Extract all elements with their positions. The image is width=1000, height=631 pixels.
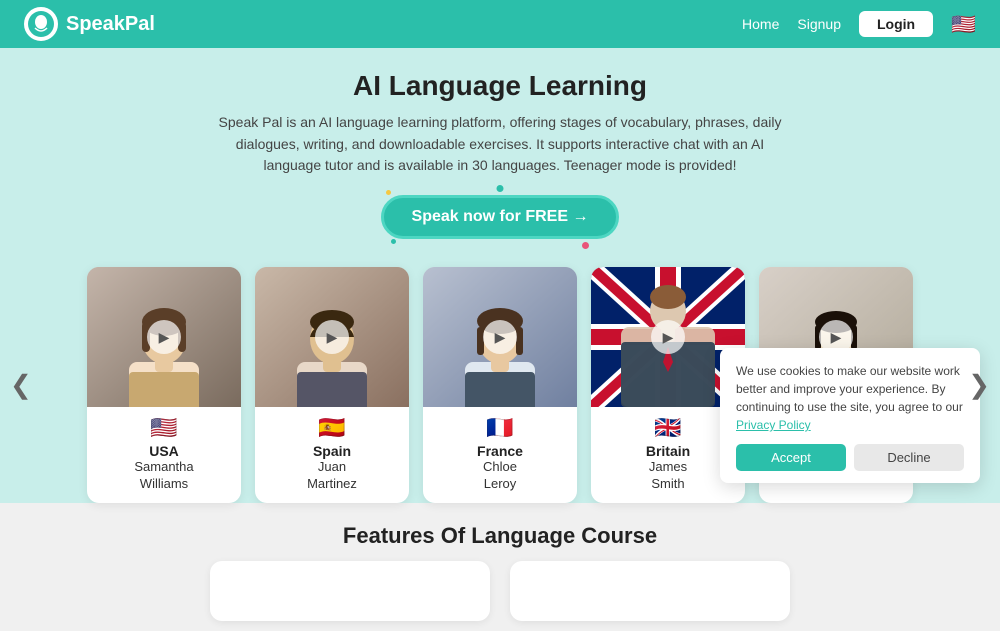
- card-info-spain: 🇪🇸 Spain JuanMartinez: [255, 407, 409, 503]
- deco-dot-4: [391, 239, 396, 244]
- flag-britain: 🇬🇧: [601, 415, 735, 441]
- cta-wrapper: Speak now for FREE →: [381, 195, 620, 239]
- carousel-left-arrow[interactable]: ❮: [0, 359, 42, 410]
- person-card-france[interactable]: ▶ 🇫🇷 France ChloeLeroy: [423, 267, 577, 503]
- hero-title: AI Language Learning: [20, 70, 980, 102]
- deco-dot-2: [582, 242, 589, 249]
- feature-card-1: [210, 561, 490, 621]
- person-card-spain[interactable]: ▶ 🇪🇸 Spain JuanMartinez: [255, 267, 409, 503]
- card-info-usa: 🇺🇸 USA SamanthaWilliams: [87, 407, 241, 503]
- brand-name: SpeakPal: [66, 13, 155, 36]
- flag-france: 🇫🇷: [433, 415, 567, 441]
- navbar-links: Home Signup Login 🇺🇸: [742, 11, 976, 37]
- feature-card-2: [510, 561, 790, 621]
- cta-button[interactable]: Speak now for FREE →: [381, 195, 620, 239]
- accept-button[interactable]: Accept: [736, 444, 846, 471]
- cookie-message: We use cookies to make our website work …: [736, 362, 964, 434]
- name-france: ChloeLeroy: [433, 459, 567, 493]
- login-button[interactable]: Login: [859, 11, 933, 37]
- name-britain: JamesSmith: [601, 459, 735, 493]
- language-flag[interactable]: 🇺🇸: [951, 12, 976, 37]
- features-cards: [40, 561, 960, 621]
- person-card-usa[interactable]: ▶ 🇺🇸 USA SamanthaWilliams: [87, 267, 241, 503]
- flag-spain: 🇪🇸: [265, 415, 399, 441]
- navbar: SpeakPal Home Signup Login 🇺🇸: [0, 0, 1000, 48]
- hero-description: Speak Pal is an AI language learning pla…: [210, 112, 790, 177]
- country-spain: Spain: [265, 443, 399, 459]
- card-image-usa: ▶: [87, 267, 241, 407]
- carousel-right-arrow[interactable]: ❯: [958, 359, 1000, 410]
- cookie-banner: We use cookies to make our website work …: [720, 348, 980, 483]
- play-button-spain[interactable]: ▶: [315, 320, 349, 354]
- features-section: Features Of Language Course: [0, 503, 1000, 631]
- country-france: France: [433, 443, 567, 459]
- brand: SpeakPal: [24, 7, 155, 41]
- play-button-france[interactable]: ▶: [483, 320, 517, 354]
- cookie-actions: Accept Decline: [736, 444, 964, 471]
- features-title: Features Of Language Course: [40, 523, 960, 549]
- privacy-policy-link[interactable]: Privacy Policy: [736, 418, 811, 432]
- deco-dot-1: [496, 185, 503, 192]
- flag-usa: 🇺🇸: [97, 415, 231, 441]
- name-usa: SamanthaWilliams: [97, 459, 231, 493]
- brand-icon: [24, 7, 58, 41]
- play-button-britain[interactable]: ▶: [651, 320, 685, 354]
- card-image-france: ▶: [423, 267, 577, 407]
- card-image-spain: ▶: [255, 267, 409, 407]
- hero-section: AI Language Learning Speak Pal is an AI …: [0, 48, 1000, 267]
- nav-home[interactable]: Home: [742, 16, 779, 32]
- card-info-france: 🇫🇷 France ChloeLeroy: [423, 407, 577, 503]
- name-spain: JuanMartinez: [265, 459, 399, 493]
- play-button-usa[interactable]: ▶: [147, 320, 181, 354]
- decline-button[interactable]: Decline: [854, 444, 964, 471]
- country-britain: Britain: [601, 443, 735, 459]
- nav-signup[interactable]: Signup: [797, 16, 841, 32]
- country-usa: USA: [97, 443, 231, 459]
- deco-dot-3: [386, 190, 391, 195]
